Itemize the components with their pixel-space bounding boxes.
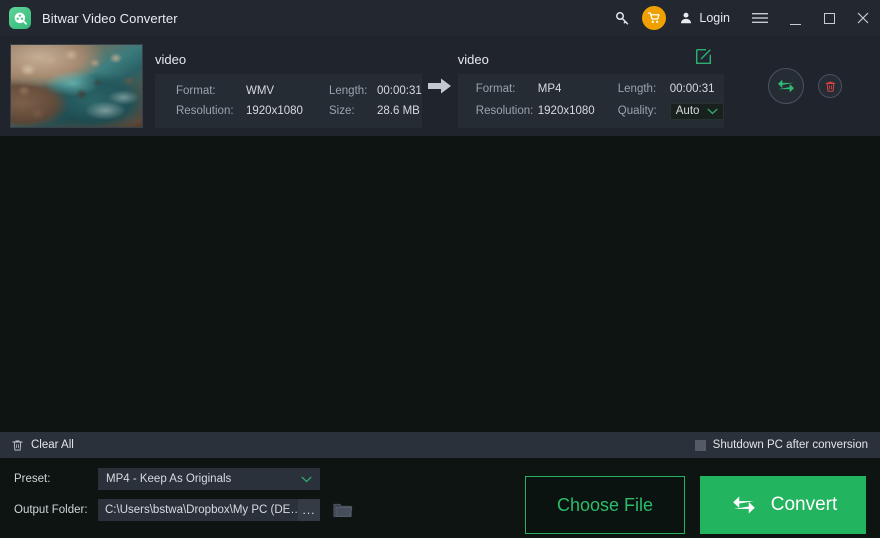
user-icon bbox=[679, 11, 693, 25]
video-thumbnail bbox=[10, 44, 143, 128]
preset-dropdown[interactable]: MP4 - Keep As Originals bbox=[98, 468, 320, 490]
output-folder-label: Output Folder: bbox=[14, 504, 98, 516]
source-file-name: video bbox=[155, 44, 422, 74]
footer-bar: Preset: MP4 - Keep As Originals Output F… bbox=[0, 458, 880, 538]
close-icon[interactable] bbox=[846, 0, 880, 36]
clear-all-label: Clear All bbox=[31, 439, 74, 451]
file-row[interactable]: video Format: WMV Length: 00:00:31 Resol… bbox=[10, 44, 870, 128]
quality-dropdown[interactable]: Auto bbox=[670, 103, 725, 120]
clear-bar: Clear All Shutdown PC after conversion bbox=[0, 432, 880, 458]
source-size-label: Size: bbox=[329, 105, 377, 117]
preset-value: MP4 - Keep As Originals bbox=[106, 473, 231, 485]
file-list-panel: video Format: WMV Length: 00:00:31 Resol… bbox=[0, 36, 880, 136]
checkbox-box bbox=[695, 440, 706, 451]
source-resolution-value: 1920x1080 bbox=[246, 105, 329, 117]
source-length-label: Length: bbox=[329, 85, 377, 97]
convert-button[interactable]: Convert bbox=[700, 476, 866, 534]
browse-button[interactable]: ... bbox=[298, 499, 320, 521]
hamburger-menu-icon[interactable] bbox=[742, 0, 778, 36]
convert-arrows-icon bbox=[729, 492, 759, 518]
output-resolution-value: 1920x1080 bbox=[538, 105, 618, 117]
source-size-value: 28.6 MB bbox=[377, 105, 420, 117]
output-file-name: video bbox=[458, 52, 489, 67]
login-button[interactable]: Login bbox=[673, 0, 742, 36]
source-file-info: video Format: WMV Length: 00:00:31 Resol… bbox=[155, 44, 422, 128]
clear-all-button[interactable]: Clear All bbox=[11, 439, 74, 452]
drop-area[interactable] bbox=[0, 136, 880, 432]
output-file-info: video Format: MP4 Length: bbox=[458, 44, 725, 128]
title-bar-controls: Login bbox=[605, 0, 880, 36]
output-format-label: Format: bbox=[476, 83, 538, 95]
source-length-value: 00:00:31 bbox=[377, 85, 422, 97]
quality-value: Auto bbox=[676, 105, 700, 117]
output-format-value: MP4 bbox=[538, 83, 618, 95]
maximize-icon[interactable] bbox=[812, 0, 846, 36]
title-bar: Bitwar Video Converter bbox=[0, 0, 880, 36]
output-length-value: 00:00:31 bbox=[670, 83, 715, 95]
film-reel-logo-icon bbox=[9, 7, 31, 29]
login-label: Login bbox=[699, 11, 730, 25]
edit-pencil-icon[interactable] bbox=[695, 48, 712, 65]
minimize-icon[interactable] bbox=[778, 0, 812, 36]
output-quality-label: Quality: bbox=[618, 105, 670, 117]
shutdown-label: Shutdown PC after conversion bbox=[713, 439, 868, 451]
convert-row-button[interactable] bbox=[768, 68, 804, 104]
preset-row: Preset: MP4 - Keep As Originals bbox=[14, 468, 320, 490]
app-window: Bitwar Video Converter bbox=[0, 0, 880, 538]
output-folder-row: Output Folder: C:\Users\bstwa\Dropbox\My… bbox=[14, 499, 353, 521]
preset-label: Preset: bbox=[14, 473, 98, 485]
app-title: Bitwar Video Converter bbox=[42, 11, 178, 26]
chevron-down-icon bbox=[301, 476, 312, 483]
trash-icon bbox=[11, 439, 24, 452]
right-arrow-icon bbox=[422, 44, 458, 128]
folder-icon[interactable] bbox=[333, 502, 353, 519]
choose-file-button[interactable]: Choose File bbox=[525, 476, 685, 534]
source-format-label: Format: bbox=[176, 85, 246, 97]
shopping-cart-icon[interactable] bbox=[642, 6, 666, 30]
output-length-label: Length: bbox=[618, 83, 670, 95]
chevron-down-icon bbox=[707, 108, 718, 115]
source-format-value: WMV bbox=[246, 85, 329, 97]
delete-file-button[interactable] bbox=[818, 74, 842, 98]
key-icon[interactable] bbox=[605, 0, 639, 36]
output-resolution-label: Resolution: bbox=[476, 105, 538, 117]
convert-label: Convert bbox=[771, 494, 838, 516]
row-actions bbox=[768, 44, 870, 128]
shutdown-after-conversion-checkbox[interactable]: Shutdown PC after conversion bbox=[695, 439, 868, 451]
output-folder-input[interactable]: C:\Users\bstwa\Dropbox\My PC (DE… bbox=[98, 499, 298, 521]
source-resolution-label: Resolution: bbox=[176, 105, 246, 117]
